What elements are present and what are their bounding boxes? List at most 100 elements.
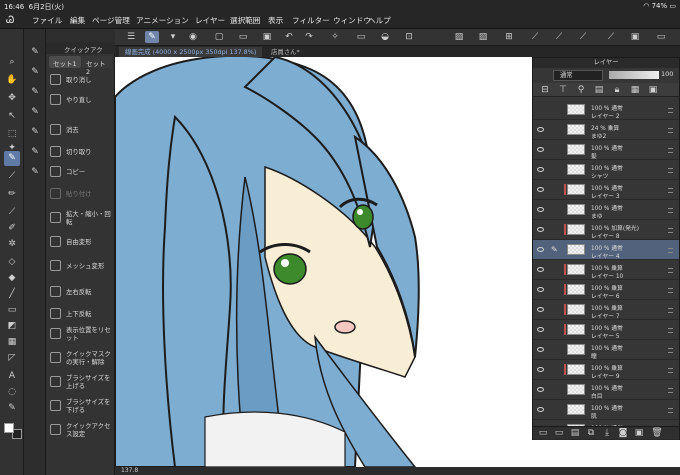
tab-set-1[interactable]: セット1: [49, 56, 81, 68]
brush-tool-icon[interactable]: ⟋: [4, 205, 20, 220]
quick-access-item[interactable]: 拡大・縮小・回転: [48, 208, 114, 228]
line-tool-icon[interactable]: ╱: [4, 287, 20, 302]
quick-access-item[interactable]: 表示位置をリセット: [48, 324, 114, 344]
stabilization-icon[interactable]: ⟋: [605, 31, 617, 43]
layer-row[interactable]: 100 % 通常 レイヤー 2: [533, 100, 679, 120]
zoom-tool-icon[interactable]: ⌕: [4, 55, 20, 70]
eye-icon[interactable]: [537, 267, 544, 272]
frame-tool-icon[interactable]: ◸: [4, 351, 20, 366]
undo-icon[interactable]: ↶: [283, 31, 295, 43]
save-icon[interactable]: ▣: [261, 31, 273, 43]
layer-row[interactable]: 100 % 乗算 レイヤー 6: [533, 280, 679, 300]
subtool-ink-icon[interactable]: ✎: [27, 105, 43, 120]
eye-icon[interactable]: [537, 307, 544, 312]
shape-tool-icon[interactable]: ▭: [4, 303, 20, 318]
subtool-maru-pen-icon[interactable]: ✎: [27, 125, 43, 140]
eye-icon[interactable]: [537, 367, 544, 372]
drag-handle-icon[interactable]: [668, 308, 673, 313]
drag-handle-icon[interactable]: [668, 388, 673, 393]
layer-row[interactable]: 100 % 乗算 レイヤー 7: [533, 300, 679, 320]
subtool-marker-icon[interactable]: ✎: [27, 85, 43, 100]
tool-property-icon[interactable]: ▾: [167, 31, 179, 43]
pen-mode-icon[interactable]: ✎: [145, 31, 159, 43]
eye-icon[interactable]: [537, 187, 544, 192]
layer-row[interactable]: ✎ 100 % 通常 レイヤー 4: [533, 240, 679, 260]
blend-tool-icon[interactable]: ◆: [4, 271, 20, 286]
apply-mask-icon[interactable]: ▣: [633, 427, 645, 439]
pencil-tool-icon[interactable]: ✏: [4, 187, 20, 202]
hamburger-menu-icon[interactable]: ☰: [125, 31, 137, 43]
drag-handle-icon[interactable]: [668, 288, 673, 293]
lock-transparent-icon[interactable]: ▤: [593, 84, 605, 96]
eye-icon[interactable]: [537, 287, 544, 292]
eye-icon[interactable]: [537, 407, 544, 412]
quick-access-item[interactable]: 消去: [48, 120, 114, 140]
pen-tool-icon[interactable]: ✎: [4, 151, 20, 166]
app-logo-icon[interactable]: Ꮚ: [6, 15, 18, 26]
brush-settings-icon[interactable]: ⟋: [553, 31, 565, 43]
delete-layer-icon[interactable]: 🗑︎: [651, 427, 663, 439]
layer-lock-icon[interactable]: ⊟: [539, 84, 551, 96]
subtool-g-pen-icon[interactable]: ✎: [27, 145, 43, 160]
new-document-icon[interactable]: ▢: [213, 31, 225, 43]
pen-settings-icon[interactable]: ⟋: [529, 31, 541, 43]
merge-layer-icon[interactable]: ⤓: [601, 427, 613, 439]
subtool-turnip-pen-icon[interactable]: ✎: [27, 165, 43, 180]
new-folder-icon[interactable]: ▤: [569, 427, 581, 439]
airbrush-tool-icon[interactable]: ✐: [4, 221, 20, 236]
ruler-icon[interactable]: ▨: [453, 31, 465, 43]
eraser-tool-icon[interactable]: ◇: [4, 255, 20, 270]
drag-handle-icon[interactable]: [668, 348, 673, 353]
redo-icon[interactable]: ↷: [303, 31, 315, 43]
blend-mode-select[interactable]: 通常: [553, 70, 603, 81]
eye-icon[interactable]: [537, 247, 544, 252]
object-tool-icon[interactable]: ↖: [4, 109, 20, 124]
mask-enable-icon[interactable]: ▦: [629, 84, 641, 96]
drag-handle-icon[interactable]: [668, 188, 673, 193]
eyedropper-tool-icon[interactable]: ⟋: [4, 169, 20, 184]
menu-layer[interactable]: レイヤー: [195, 15, 225, 26]
mask-layer-icon[interactable]: ◙: [617, 427, 629, 439]
snap-icon[interactable]: ▨: [477, 31, 489, 43]
subtool-pen-alt-icon[interactable]: ✎: [27, 65, 43, 80]
drag-handle-icon[interactable]: [668, 108, 673, 113]
tab-document-2[interactable]: 店員さん*: [265, 47, 306, 57]
menu-file[interactable]: ファイル: [32, 15, 62, 26]
layer-row[interactable]: 100 % 加算(発光) レイヤー 8: [533, 220, 679, 240]
text-tool-icon[interactable]: A: [4, 369, 20, 384]
tab-document-active[interactable]: 線画完成 (4000 x 2500px 350dpi 137.8%): [119, 47, 263, 57]
layer-color-icon[interactable]: ▣: [647, 84, 659, 96]
quick-access-item[interactable]: クイックアクセス設定: [48, 420, 114, 440]
quick-access-item[interactable]: 上下反転: [48, 304, 114, 324]
gradient-tool-icon[interactable]: ▦: [4, 335, 20, 350]
hand-tool-icon[interactable]: ✋: [4, 73, 20, 88]
move-tool-icon[interactable]: ✥: [4, 91, 20, 106]
eye-icon[interactable]: [537, 147, 544, 152]
quick-access-item[interactable]: 取り消し: [48, 70, 114, 90]
layer-row[interactable]: 100 % 通常瞳: [533, 340, 679, 360]
layer-row[interactable]: 100 % 通常 レイヤー 3: [533, 180, 679, 200]
layer-row[interactable]: 100 % 乗算 レイヤー 9: [533, 360, 679, 380]
color-swatch[interactable]: [2, 421, 22, 441]
grid-icon[interactable]: ⊞: [503, 31, 515, 43]
quick-access-item[interactable]: 左右反転: [48, 282, 114, 302]
view-icon[interactable]: ◉: [187, 31, 199, 43]
drawing-canvas[interactable]: [115, 57, 532, 467]
transform-icon[interactable]: ⊡: [403, 31, 415, 43]
layer-row[interactable]: 100 % 乗算 レイヤー 10: [533, 260, 679, 280]
new-raster-layer-icon[interactable]: ▭: [537, 427, 549, 439]
erase-icon[interactable]: ✧: [329, 31, 341, 43]
drag-handle-icon[interactable]: [668, 368, 673, 373]
drag-handle-icon[interactable]: [668, 228, 673, 233]
eye-icon[interactable]: [537, 207, 544, 212]
lock-icon[interactable]: 🔒︎: [611, 84, 623, 96]
quick-access-item[interactable]: やり直し: [48, 90, 114, 110]
mask-icon[interactable]: ▭: [655, 31, 667, 43]
eye-icon[interactable]: [537, 327, 544, 332]
layer-row[interactable]: 100 % 通常肌: [533, 400, 679, 420]
correction-tool-icon[interactable]: ✎: [4, 401, 20, 416]
opacity-slider[interactable]: [609, 71, 659, 79]
new-vector-layer-icon[interactable]: ▭: [553, 427, 565, 439]
eye-icon[interactable]: [537, 387, 544, 392]
layer-row[interactable]: 100 % 通常 レイヤー 5: [533, 320, 679, 340]
